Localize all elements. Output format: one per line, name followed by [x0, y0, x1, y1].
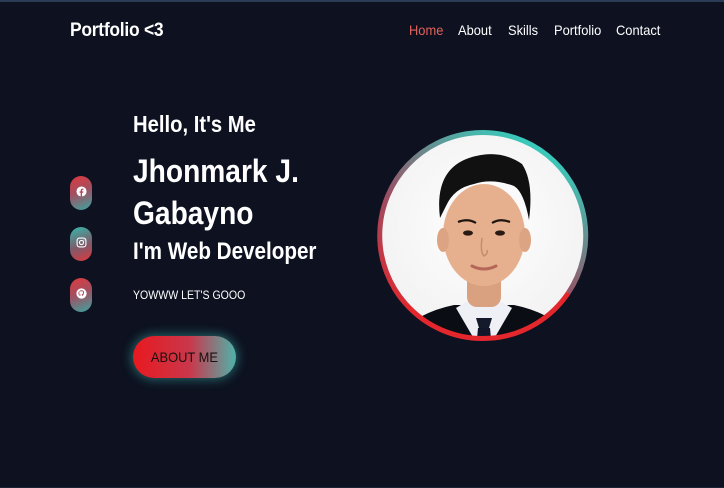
nav-contact-link[interactable]: Contact — [616, 22, 660, 38]
instagram-link[interactable] — [70, 227, 92, 261]
hero-role: I'm Web Developer — [133, 238, 317, 265]
main-nav: Home About Skills Portfolio Contact — [0, 22, 724, 42]
nav-home-link[interactable]: Home — [409, 22, 443, 38]
window-top-border — [0, 0, 724, 2]
instagram-icon — [76, 235, 87, 253]
nav-portfolio-link[interactable]: Portfolio — [554, 22, 601, 38]
github-icon — [75, 286, 87, 304]
facebook-link[interactable] — [70, 176, 92, 210]
facebook-icon — [75, 184, 87, 202]
profile-photo — [377, 130, 589, 341]
hero-tagline: YOWWW LET'S GOOO — [133, 288, 246, 302]
about-me-button-label: ABOUT ME — [150, 349, 219, 365]
about-me-button[interactable]: ABOUT ME — [133, 336, 236, 378]
hero-name: Jhonmark J. Gabayno — [133, 153, 299, 231]
nav-about-link[interactable]: About — [458, 22, 492, 38]
nav-skills-link[interactable]: Skills — [508, 22, 538, 38]
hero-greeting: Hello, It's Me — [133, 111, 256, 137]
github-link[interactable] — [70, 278, 92, 312]
